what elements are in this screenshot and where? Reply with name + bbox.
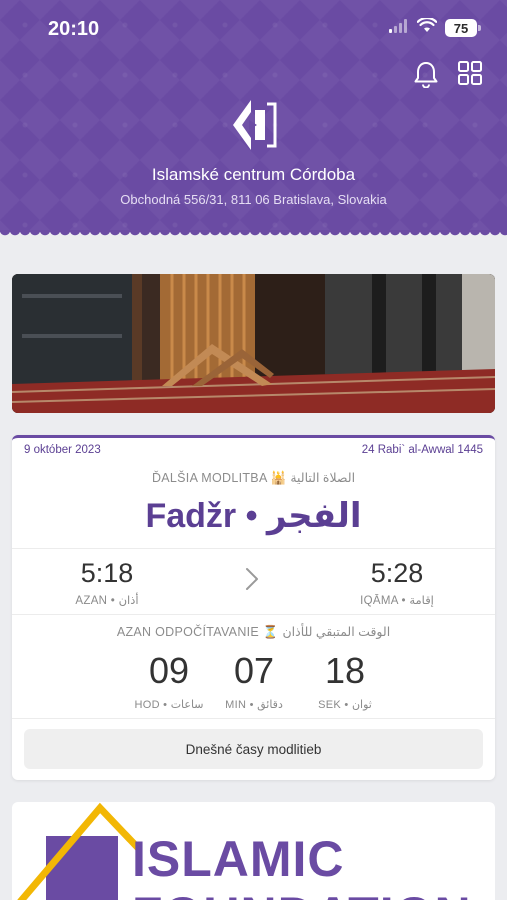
countdown-label: AZAN ODPOČÍTAVANIE ⏳ الوقت المتبقي للأذا… (116, 625, 391, 639)
chevron-right-icon (243, 566, 261, 597)
bell-icon[interactable] (413, 60, 439, 93)
mosque-interior-image (12, 274, 495, 413)
status-icons: 75 (389, 16, 481, 38)
divider (12, 548, 495, 549)
islamic-foundation-banner[interactable]: ISLAMIC FOUNDATION (12, 802, 495, 900)
hijri-date: 24 Rabi` al-Awwal 1445 (361, 444, 483, 456)
countdown-minutes: 07 MIN • دقائق (209, 650, 299, 711)
banner-line-1: ISLAMIC (132, 831, 345, 887)
banner-line-2: FOUNDATION (132, 886, 472, 900)
org-address: Obchodná 556/31, 811 06 Bratislava, Slov… (120, 192, 387, 207)
prayer-name: Fadžr • الفجر (145, 497, 362, 535)
azan-block: 5:18 AZAN • أذان (52, 558, 162, 607)
countdown-minutes-value: 07 (233, 650, 275, 691)
azan-time: 5:18 (80, 558, 134, 588)
top-actions (413, 60, 483, 93)
divider (12, 614, 495, 615)
org-logo-icon (229, 98, 279, 152)
countdown-hours-value: 09 (148, 650, 190, 691)
org-name: Islamské centrum Córdoba (151, 165, 356, 184)
countdown-minutes-label: MIN • دقائق (225, 699, 283, 711)
countdown-seconds-value: 18 (324, 650, 366, 691)
grid-icon[interactable] (457, 60, 483, 93)
iqama-label: IQĀMA • إقامة (360, 595, 434, 607)
prayer-card: 9 október 2023 24 Rabi` al-Awwal 1445 ĎA… (12, 435, 495, 780)
countdown-seconds-label: SEK • ثوان (318, 699, 372, 711)
signal-icon (389, 18, 409, 38)
wifi-icon (416, 16, 438, 38)
gregorian-date: 9 október 2023 (24, 444, 101, 456)
battery-icon: 75 (445, 19, 481, 37)
iqama-time: 5:28 (370, 558, 424, 588)
today-prayer-times-button[interactable]: Dnešné časy modlitieb (24, 729, 483, 769)
date-row: 9 október 2023 24 Rabi` al-Awwal 1445 (12, 444, 495, 456)
countdown-hours: 09 HOD • ساعات (124, 650, 214, 711)
countdown-hours-label: HOD • ساعات (134, 699, 204, 711)
status-time: 20:10 (48, 18, 100, 40)
next-prayer-label: ĎALŠIA MODLITBA 🕌 الصلاة التالية (151, 471, 356, 485)
countdown-seconds: 18 SEK • ثوان (300, 650, 390, 711)
divider (12, 718, 495, 719)
iqama-block: 5:28 IQĀMA • إقامة (342, 558, 452, 607)
azan-label: AZAN • أذان (75, 595, 139, 607)
header-scallop-edge (0, 230, 507, 240)
